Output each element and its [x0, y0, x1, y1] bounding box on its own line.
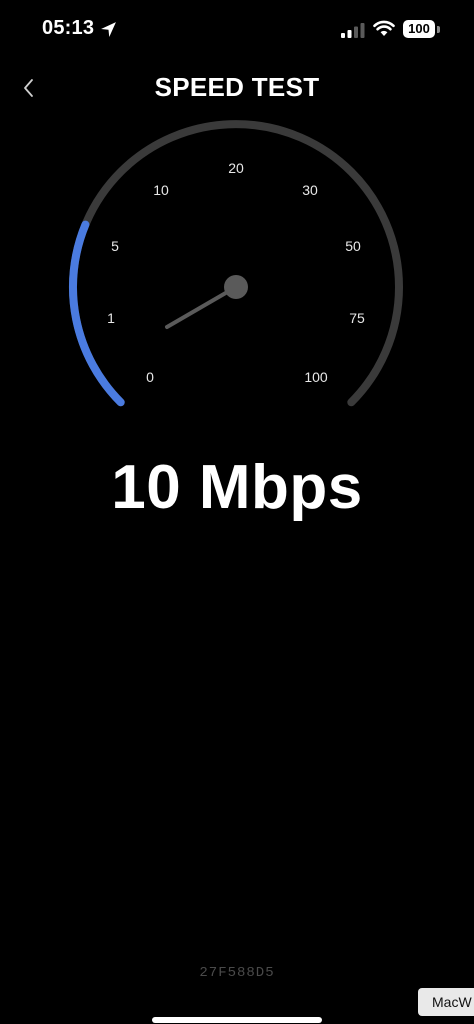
battery-tip	[437, 26, 440, 33]
chevron-left-icon	[24, 79, 33, 97]
location-arrow-icon	[101, 22, 116, 37]
status-bar: 05:13 100	[0, 0, 474, 60]
tick-label-30: 30	[302, 182, 318, 198]
tick-label-0: 0	[146, 369, 154, 385]
cellular-signal-icon	[341, 23, 365, 38]
gauge-hub	[224, 275, 248, 299]
status-time: 05:13	[42, 17, 95, 39]
battery-level: 100	[408, 21, 430, 36]
device-code: 27F588D5	[199, 965, 275, 981]
battery-icon: 100	[403, 20, 435, 38]
tick-label-10: 10	[153, 182, 169, 198]
speed-readout: 10 Mbps	[111, 453, 363, 522]
tick-label-1: 1	[107, 310, 115, 326]
tick-label-75: 75	[349, 310, 365, 326]
tick-label-5: 5	[111, 238, 119, 254]
watermark-label: MacW	[418, 988, 474, 1016]
home-indicator[interactable]	[152, 1017, 322, 1023]
page-title: SPEED TEST	[154, 72, 320, 102]
tick-label-20: 20	[228, 160, 244, 176]
tick-label-100: 100	[304, 369, 328, 385]
speed-gauge: 0 1 5 10 20 30 50 75 100	[68, 120, 403, 407]
tick-label-50: 50	[345, 238, 361, 254]
wifi-icon	[373, 20, 395, 36]
